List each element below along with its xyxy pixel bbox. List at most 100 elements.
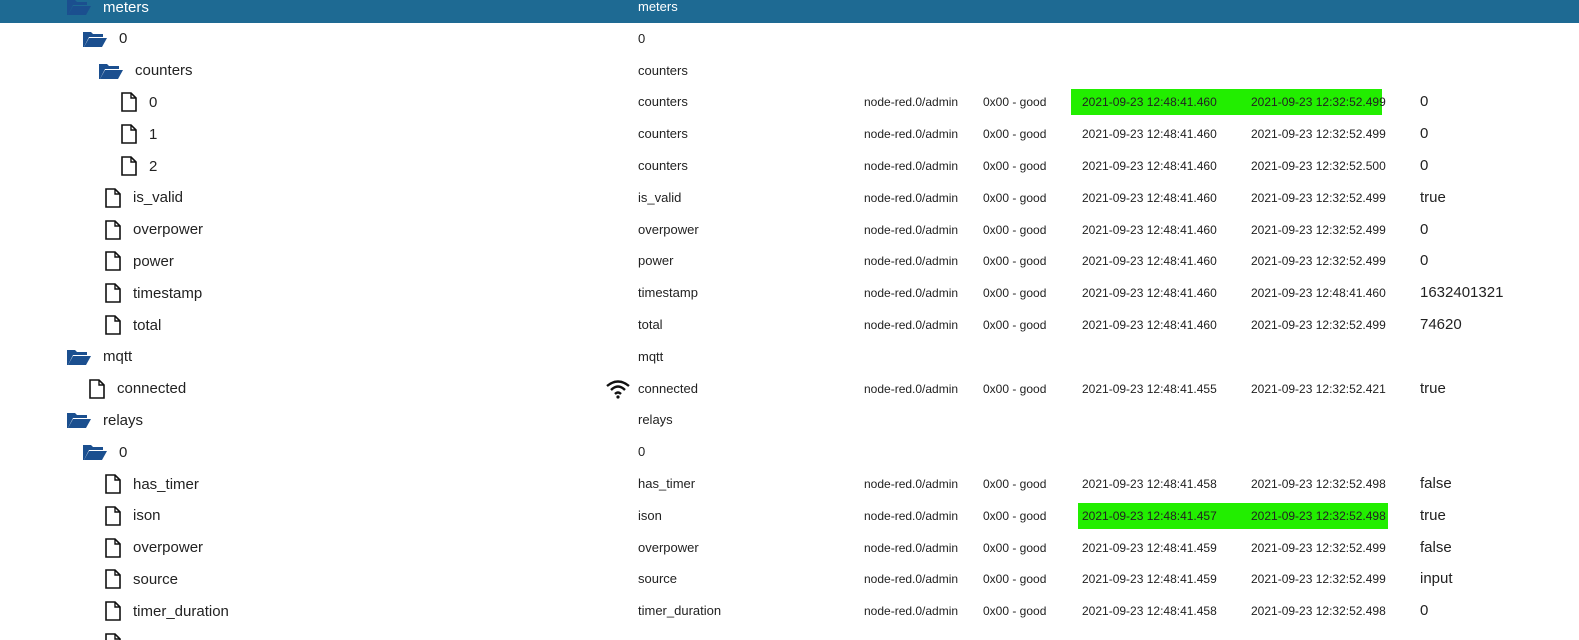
tree-folder-row[interactable]: relays relays (0, 404, 1579, 436)
value-cell[interactable]: true (1420, 373, 1446, 405)
tree-state-row[interactable]: source source node-red.0/admin 0x00 - good 2… (0, 563, 1579, 595)
tree-node[interactable]: ison (104, 500, 161, 532)
last-change-cell: 2021-09-23 12:32:52.499 (1251, 95, 1386, 110)
tree-node[interactable]: meters (66, 0, 149, 23)
last-change-cell: 2021-09-23 12:32:52.499 (1251, 222, 1386, 237)
node-name: total (133, 316, 162, 334)
from-cell: node-red.0/admin (864, 604, 959, 619)
last-change-cell: 2021-09-23 12:32:52.499 (1251, 190, 1386, 205)
tree-state-row[interactable]: 0 counters node-red.0/admin 0x00 - good 2021… (0, 86, 1579, 118)
tree-state-row[interactable]: overpower overpower node-red.0/admin 0x00 -… (0, 532, 1579, 564)
from-cell: node-red.0/admin (864, 477, 959, 491)
file-icon (120, 124, 138, 144)
tree-node[interactable]: 1 (120, 118, 157, 150)
last-change-cell: 2021-09-23 12:32:52.499 (1251, 254, 1386, 269)
value-cell[interactable]: false (1420, 468, 1452, 500)
tree-folder-row[interactable]: counters counters (0, 55, 1579, 87)
value-cell[interactable]: false (1420, 532, 1452, 564)
tree-node[interactable]: total (104, 309, 161, 341)
value-cell[interactable]: true (1420, 182, 1446, 214)
from-cell: node-red.0/admin (864, 95, 959, 110)
last-change-cell: 2021-09-23 12:32:52.499 (1251, 127, 1386, 142)
from-cell: node-red.0/admin (864, 127, 959, 142)
tree-node[interactable]: connected (88, 373, 186, 405)
timestamp-cell: 2021-09-23 12:48:41.460 (1082, 190, 1217, 205)
last-change-cell: 2021-09-23 12:32:52.498 (1251, 604, 1386, 619)
tree-folder-row[interactable]: mqtt mqtt (0, 341, 1579, 373)
timestamp-cell: 2021-09-23 12:48:41.455 (1082, 381, 1217, 396)
folder-open-icon (82, 442, 108, 462)
tree-folder-row[interactable]: 00 (0, 23, 1579, 55)
last-change-cell: 2021-09-23 12:32:52.500 (1251, 159, 1386, 173)
tree-state-row[interactable]: has_timer has_timer node-red.0/admin 0x00 -… (0, 468, 1579, 500)
value-cell[interactable]: 0 (1420, 150, 1428, 182)
tree-node[interactable]: timestamp (104, 277, 202, 309)
tree-state-row[interactable]: 1 counters node-red.0/admin 0x00 - good 2021… (0, 118, 1579, 150)
quality-cell: 0x00 - good (983, 159, 1047, 173)
node-name: ison (133, 507, 161, 525)
tree-state-row[interactable]: timestamp timestamp node-red.0/admin 0x00 -… (0, 277, 1579, 309)
tree-state-row[interactable]: overpower overpower node-red.0/admin 0x00 -… (0, 214, 1579, 246)
tree-node[interactable]: has_timer (104, 468, 199, 500)
tree-state-row[interactable] (0, 627, 1579, 640)
folder-open-icon (66, 0, 92, 17)
tree-state-row[interactable]: is_valid is_valid node-red.0/admin 0x00 - g… (0, 182, 1579, 214)
tree-node[interactable]: 0 (120, 86, 157, 118)
tree-state-row[interactable]: timer_duration timer_duration node-red.0/a… (0, 595, 1579, 627)
tree-node[interactable]: 2 (120, 150, 157, 182)
quality-cell: 0x00 - good (983, 318, 1047, 332)
tree-node[interactable]: is_valid (104, 182, 183, 214)
file-icon (104, 505, 122, 526)
value-cell[interactable]: 0 (1420, 595, 1428, 627)
value-cell[interactable]: input (1420, 563, 1453, 595)
tree-node[interactable]: overpower (104, 214, 203, 246)
file-icon (120, 92, 138, 113)
value-cell[interactable]: 1632401321 (1420, 277, 1503, 309)
role-cell: total (638, 317, 663, 332)
tree-state-row[interactable]: power power node-red.0/admin 0x00 - good 202… (0, 245, 1579, 277)
last-change-cell: 2021-09-23 12:48:41.460 (1251, 286, 1386, 301)
value-cell[interactable]: 0 (1420, 86, 1428, 118)
role-cell: 0 (638, 30, 646, 46)
last-change-cell: 2021-09-23 12:32:52.498 (1251, 477, 1386, 491)
value-cell[interactable]: 0 (1420, 214, 1428, 246)
folder-open-icon (66, 347, 92, 367)
role-cell: ison (638, 507, 662, 523)
role-cell: connected (638, 380, 698, 396)
tree-node[interactable]: 0 (82, 436, 127, 468)
tree-node[interactable] (104, 627, 133, 640)
tree-node[interactable]: source (104, 563, 178, 595)
role-cell: source (638, 571, 678, 587)
role-cell: has_timer (638, 476, 696, 491)
timestamp-cell: 2021-09-23 12:48:41.458 (1082, 477, 1217, 491)
timestamp-cell: 2021-09-23 12:48:41.460 (1082, 318, 1217, 332)
tree-state-row[interactable]: 2 counters node-red.0/admin 0x00 - good 2021… (0, 150, 1579, 182)
node-name: 0 (119, 443, 128, 461)
role-cell: meters (638, 0, 678, 14)
role-cell: counters (638, 158, 688, 173)
node-name: connected (117, 380, 187, 398)
tree-state-row[interactable]: ison ison node-red.0/admin 0x00 - good 2021-… (0, 500, 1579, 532)
tree-state-row[interactable]: total total node-red.0/admin 0x00 - good 202… (0, 309, 1579, 341)
value-cell[interactable]: 0 (1420, 118, 1428, 150)
tree-state-row[interactable]: connected connected node-red.0/admin 0x00 -… (0, 373, 1579, 405)
tree-node[interactable]: mqtt (66, 341, 132, 373)
tree-node[interactable]: counters (98, 55, 193, 87)
timestamp-cell: 2021-09-23 12:48:41.460 (1082, 95, 1217, 110)
node-name: counters (135, 62, 193, 80)
tree-node[interactable]: relays (66, 404, 143, 436)
value-cell[interactable]: 0 (1420, 245, 1428, 277)
timestamp-cell: 2021-09-23 12:48:41.459 (1082, 572, 1217, 587)
value-cell[interactable]: true (1420, 500, 1446, 532)
value-cell[interactable]: 74620 (1420, 309, 1462, 341)
file-icon (104, 315, 122, 335)
node-name: source (133, 570, 179, 588)
tree-node[interactable]: timer_duration (104, 595, 229, 627)
tree-folder-row[interactable]: 00 (0, 436, 1579, 468)
tree-node[interactable]: 0 (82, 23, 127, 55)
tree-node[interactable]: overpower (104, 532, 203, 564)
node-name: 1 (149, 125, 158, 143)
tree-folder-row[interactable]: meters meters (0, 0, 1579, 23)
tree-node[interactable]: power (104, 245, 174, 277)
folder-open-icon (66, 410, 92, 430)
